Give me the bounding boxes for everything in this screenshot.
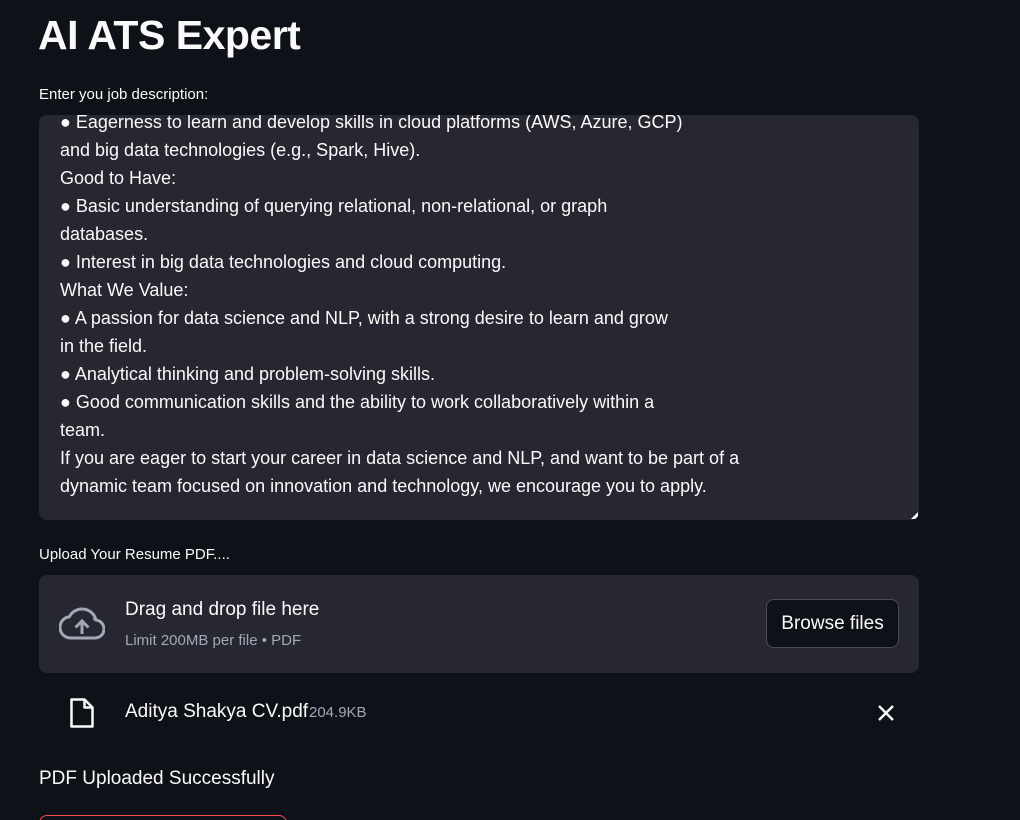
upload-label: Upload Your Resume PDF.... xyxy=(39,546,230,563)
dropzone-hint: Limit 200MB per file • PDF xyxy=(125,632,302,649)
job-description-label: Enter you job description: xyxy=(39,86,209,103)
uploaded-file-name: Aditya Shakya CV.pdf xyxy=(125,701,309,722)
uploaded-file-size: 204.9KB xyxy=(309,704,367,721)
file-dropzone[interactable]: Drag and drop file here Limit 200MB per … xyxy=(39,575,919,673)
job-description-text[interactable]: ● Eagerness to learn and develop skills … xyxy=(60,115,899,500)
resize-handle-icon[interactable] xyxy=(911,512,918,519)
app-page: AI ATS Expert Enter you job description:… xyxy=(0,0,1020,820)
action-button[interactable] xyxy=(39,815,287,820)
uploaded-file-item: Aditya Shakya CV.pdf 204.9KB xyxy=(39,690,919,734)
file-icon xyxy=(70,698,94,728)
browse-files-button[interactable]: Browse files xyxy=(766,599,899,648)
cloud-upload-icon xyxy=(59,607,105,640)
job-description-textarea[interactable]: ● Eagerness to learn and develop skills … xyxy=(39,115,919,520)
close-icon[interactable] xyxy=(876,703,896,723)
upload-success-message: PDF Uploaded Successfully xyxy=(39,768,275,789)
dropzone-title: Drag and drop file here xyxy=(125,599,320,620)
page-title: AI ATS Expert xyxy=(38,12,301,58)
